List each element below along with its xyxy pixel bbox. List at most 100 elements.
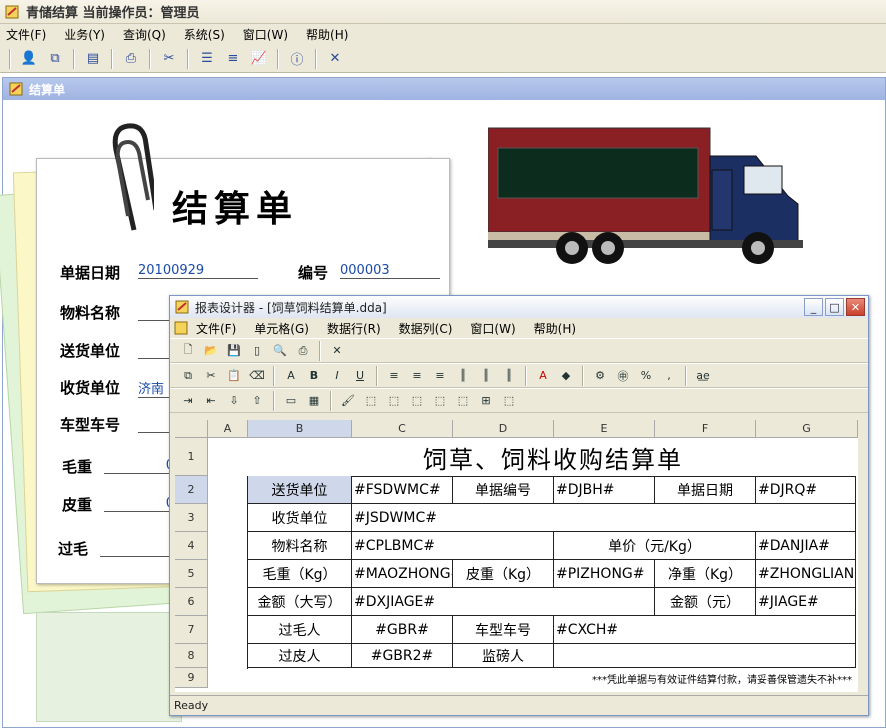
cell-c4[interactable]: #CPLBMC# — [352, 532, 554, 560]
col-header-g[interactable]: G — [756, 420, 858, 438]
font-color-icon[interactable]: A — [533, 366, 553, 386]
spell-icon[interactable]: a͟e — [693, 366, 713, 386]
menu-window[interactable]: 窗口(W) — [243, 26, 288, 43]
cell-b8[interactable]: 过皮人 — [248, 644, 352, 668]
cell-f2[interactable]: 单据日期 — [655, 476, 756, 504]
cell-e7[interactable]: #CXCH# — [554, 616, 856, 644]
numbered-list-icon[interactable]: ≡ — [222, 48, 244, 70]
print-icon[interactable]: ⎙ — [293, 341, 313, 361]
menu-query[interactable]: 查询(Q) — [123, 26, 166, 43]
cell-b4[interactable]: 物料名称 — [248, 532, 352, 560]
currency-icon[interactable]: ㊥ — [613, 366, 633, 386]
cut-icon[interactable]: ✂ — [201, 366, 221, 386]
dmenu-help[interactable]: 帮助(H) — [534, 320, 576, 337]
dmenu-file[interactable]: 文件(F) — [196, 320, 236, 337]
barcode2-icon[interactable]: ║ — [476, 366, 496, 386]
cell-f5[interactable]: 净重（Kg） — [655, 560, 756, 588]
dmenu-row[interactable]: 数据行(R) — [327, 320, 381, 337]
eraser-icon[interactable]: ⌫ — [247, 366, 267, 386]
align-center-icon[interactable]: ≡ — [407, 366, 427, 386]
font-icon[interactable]: A — [281, 366, 301, 386]
close-button[interactable]: ✕ — [846, 298, 865, 316]
merge-icon[interactable]: ▭ — [281, 391, 301, 411]
preview-icon[interactable]: ⎙ — [120, 48, 142, 70]
col-header-a[interactable]: A — [208, 420, 248, 438]
col-header-d[interactable]: D — [453, 420, 554, 438]
row-header-3[interactable]: 3 — [175, 504, 208, 532]
border-outer-icon[interactable]: ⬚ — [499, 391, 519, 411]
menu-help[interactable]: 帮助(H) — [306, 26, 348, 43]
cell-e8[interactable] — [554, 644, 856, 668]
cell-d7[interactable]: 车型车号 — [453, 616, 554, 644]
copy-icon[interactable]: ⧉ — [44, 48, 66, 70]
new-icon[interactable]: 🗋 — [178, 341, 198, 361]
col-header-c[interactable]: C — [352, 420, 453, 438]
menu-file[interactable]: 文件(F) — [6, 26, 46, 43]
insert-col-icon[interactable]: ⇩ — [224, 391, 244, 411]
dmenu-window[interactable]: 窗口(W) — [470, 320, 515, 337]
menu-business[interactable]: 业务(Y) — [64, 26, 105, 43]
fill-color-icon[interactable]: ◆ — [556, 366, 576, 386]
cell-b5[interactable]: 毛重（Kg） — [248, 560, 352, 588]
cell-b2[interactable]: 送货单位 — [248, 476, 352, 504]
paste-icon[interactable]: 📋 — [224, 366, 244, 386]
cell-d5[interactable]: 皮重（Kg） — [453, 560, 554, 588]
comma-icon[interactable]: , — [659, 366, 679, 386]
page-icon[interactable]: ▯ — [247, 341, 267, 361]
cell-c3[interactable]: #JSDWMC# — [352, 504, 856, 532]
list-icon[interactable]: ☰ — [196, 48, 218, 70]
col-header-e[interactable]: E — [554, 420, 655, 438]
cell-e5[interactable]: #PIZHONG# — [554, 560, 655, 588]
cell-b3[interactable]: 收货单位 — [248, 504, 352, 532]
cell-b6[interactable]: 金额（大写） — [248, 588, 352, 616]
cell-e2[interactable]: #DJBH# — [554, 476, 655, 504]
tools-icon[interactable]: ✂ — [158, 48, 180, 70]
border-top-icon[interactable]: ⬚ — [407, 391, 427, 411]
cell-c6[interactable]: #DXJIAGE# — [352, 588, 655, 616]
delete-col-icon[interactable]: ⇧ — [247, 391, 267, 411]
col-header-f[interactable]: F — [655, 420, 756, 438]
sheet-title[interactable]: 饲草、饲料收购结算单 — [248, 438, 858, 476]
border-all-icon[interactable]: ⊞ — [476, 391, 496, 411]
row-header-7[interactable]: 7 — [175, 616, 208, 644]
border-bottom-icon[interactable]: ⬚ — [430, 391, 450, 411]
delete-row-icon[interactable]: ⇤ — [201, 391, 221, 411]
italic-icon[interactable]: I — [327, 366, 347, 386]
dmenu-column[interactable]: 数据列(C) — [399, 320, 453, 337]
row-header-1[interactable]: 1 — [175, 438, 208, 476]
user-icon[interactable]: 👤 — [18, 48, 40, 70]
menu-system[interactable]: 系统(S) — [184, 26, 225, 43]
cell-c5[interactable]: #MAOZHONG# — [352, 560, 453, 588]
row-header-9[interactable]: 9 — [175, 668, 208, 688]
align-left-icon[interactable]: ≡ — [384, 366, 404, 386]
report-grid[interactable]: A B C D E F G 1 2 3 4 5 6 7 8 9 饲草、饲料收购结… — [175, 420, 858, 692]
border-left-icon[interactable]: ⬚ — [384, 391, 404, 411]
form-icon[interactable]: ▤ — [82, 48, 104, 70]
row-header-2[interactable]: 2 — [175, 476, 208, 504]
cell-c7[interactable]: #GBR# — [352, 616, 453, 644]
underline-icon[interactable]: U — [350, 366, 370, 386]
info-icon[interactable]: ⓘ — [286, 48, 308, 70]
chart-icon[interactable]: 📈 — [248, 48, 270, 70]
cell-g5[interactable]: #ZHONGLIANG# — [756, 560, 856, 588]
cell-g2[interactable]: #DJRQ# — [756, 476, 856, 504]
dmenu-cell[interactable]: 单元格(G) — [254, 320, 309, 337]
corner-header[interactable] — [175, 420, 208, 438]
cell-row9-note[interactable]: ***凭此单据与有效证件结算付款，请妥善保管遗失不补*** — [248, 668, 856, 688]
cell-g4[interactable]: #DANJIA# — [756, 532, 856, 560]
cell-f6[interactable]: 金额（元） — [655, 588, 756, 616]
cell-d8[interactable]: 监磅人 — [453, 644, 554, 668]
print-preview-icon[interactable]: 🔍 — [270, 341, 290, 361]
minimize-button[interactable]: _ — [804, 298, 823, 316]
border-inner-icon[interactable]: ⬚ — [453, 391, 473, 411]
cell-e4[interactable]: 单价（元/Kg） — [554, 532, 756, 560]
close-doc-icon[interactable]: ✕ — [327, 341, 347, 361]
close-icon[interactable]: ✕ — [324, 48, 346, 70]
row-header-8[interactable]: 8 — [175, 644, 208, 668]
cell-b7[interactable]: 过毛人 — [248, 616, 352, 644]
format-icon[interactable]: ⚙ — [590, 366, 610, 386]
barcode3-icon[interactable]: ║ — [499, 366, 519, 386]
insert-row-icon[interactable]: ⇥ — [178, 391, 198, 411]
row-header-4[interactable]: 4 — [175, 532, 208, 560]
bold-icon[interactable]: B — [304, 366, 324, 386]
